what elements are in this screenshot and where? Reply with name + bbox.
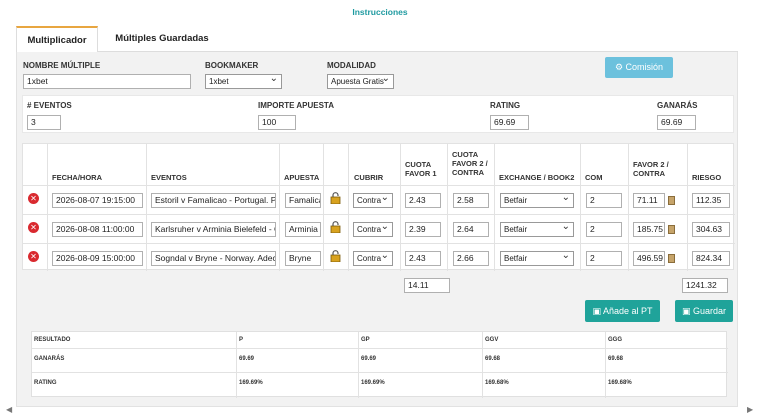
evento-input[interactable]: Karlsruher v Arminia Bielefeld - G [151,222,276,237]
favor2-value: 185.75 [633,222,665,237]
tab-bar: Multiplicador Múltiples Guardadas [16,26,738,53]
lock-icon[interactable] [330,192,341,204]
guardar-button[interactable]: ▣ Guardar [675,300,733,322]
save-icon: ▣ [592,306,603,316]
apuesta-input[interactable]: Arminia B [285,222,321,237]
gears-icon: ⚙ [614,62,626,72]
th-cubrir: CUBRIR [354,173,384,182]
eventos-label: # EVENTOS [27,101,72,110]
cuota-favor-1-input[interactable]: 2.43 [405,193,441,208]
total-cuota-value: 14.11 [404,278,450,293]
anade-al-pt-button[interactable]: ▣ Añade al PT [585,300,660,322]
rating-p: 169.69% [239,380,263,386]
ganaras-ggg: 69.68 [608,356,624,362]
rating-value: 69.69 [490,115,529,130]
th-favor2-contra: FAVOR 2 / CONTRA [633,160,669,178]
cuota-favor-2-input[interactable]: 2.66 [453,251,489,266]
th-riesgo: RIESGO [692,173,722,182]
rating-row-label: RATING [34,380,57,386]
th-cuota-favor-1: CUOTA FAVOR 1 [405,160,437,178]
riesgo-value: 304.63 [692,222,730,237]
nombre-multiple-label: NOMBRE MÚLTIPLE [23,61,101,70]
com-input[interactable]: 2 [586,251,622,266]
th-com: COM [585,173,603,182]
calculator-icon[interactable] [668,196,675,205]
importe-apuesta-input[interactable]: 100 [258,115,296,130]
th-exchange: EXCHANGE / BOOK2 [499,173,575,182]
ganaras-value: 69.69 [657,115,696,130]
exchange-select[interactable]: Betfair [500,251,574,266]
th-cuota-favor-2: CUOTA FAVOR 2 / CONTRA [452,150,488,177]
th-fecha: FECHA/HORA [52,173,102,182]
resultado-table: RESULTADO P GP GGV GGG GANARÁS 69.69 69.… [31,331,728,398]
com-input[interactable]: 2 [586,193,622,208]
resultado-header-ggg: GGG [608,337,623,343]
resultado-header-p: P [239,337,244,343]
com-input[interactable]: 2 [586,222,622,237]
delete-row-icon[interactable]: ✕ [28,193,39,204]
anade-al-pt-label: Añade al PT [602,306,653,316]
scroll-left-icon[interactable]: ◀ [6,405,12,414]
comision-label: Comisión [625,62,664,72]
multiplicador-panel: NOMBRE MÚLTIPLE 1xbet BOOKMAKER 1xbet MO… [16,52,738,407]
resultado-header: RESULTADO [34,337,71,343]
cuota-favor-1-input[interactable]: 2.43 [405,251,441,266]
scroll-right-icon[interactable]: ▶ [747,405,753,414]
th-apuesta: APUESTA [284,173,320,182]
modalidad-select[interactable]: Apuesta Gratis [327,74,394,89]
total-riesgo-value: 1241.32 [682,278,728,293]
cubrir-select[interactable]: Contra [353,193,393,208]
fecha-input[interactable]: 2026-08-08 11:00:00 [52,222,143,237]
tab-multiples-guardadas[interactable]: Múltiples Guardadas [108,26,216,52]
cuota-favor-1-input[interactable]: 2.39 [405,222,441,237]
th-eventos: EVENTOS [151,173,187,182]
fecha-input[interactable]: 2026-08-09 15:00:00 [52,251,143,266]
exchange-select[interactable]: Betfair [500,222,574,237]
nombre-multiple-input[interactable]: 1xbet [23,74,191,89]
ganaras-label: GANARÁS [657,101,698,110]
cuota-favor-2-input[interactable]: 2.58 [453,193,489,208]
instrucciones-link[interactable]: Instrucciones [0,7,760,17]
exchange-select[interactable]: Betfair [500,193,574,208]
events-table: FECHA/HORA EVENTOS APUESTA CUBRIR CUOTA … [22,143,735,271]
modalidad-label: MODALIDAD [327,61,376,70]
resultado-header-gp: GP [361,337,370,343]
evento-input[interactable]: Sogndal v Bryne - Norway. Adeca [151,251,276,266]
rating-ggg: 169.68% [608,380,632,386]
tab-multiplicador[interactable]: Multiplicador [16,26,98,53]
ganaras-gp: 69.69 [361,356,377,362]
summary-box: # EVENTOS 3 IMPORTE APUESTA 100 RATING 6… [22,95,734,133]
calculator-icon[interactable] [668,225,675,234]
delete-row-icon[interactable]: ✕ [28,251,39,262]
cuota-favor-2-input[interactable]: 2.64 [453,222,489,237]
evento-input[interactable]: Estoril v Famalicao - Portugal. Pr [151,193,276,208]
riesgo-value: 112.35 [692,193,730,208]
bookmaker-select[interactable]: 1xbet [205,74,282,89]
resultado-header-ggv: GGV [485,337,499,343]
rating-label: RATING [490,101,521,110]
cubrir-select[interactable]: Contra [353,222,393,237]
ganaras-row-label: GANARÁS [34,356,65,362]
rating-gp: 169.69% [361,380,385,386]
rating-ggv: 169.68% [485,380,509,386]
calculator-icon[interactable] [668,254,675,263]
favor2-value: 496.59 [633,251,665,266]
delete-row-icon[interactable]: ✕ [28,222,39,233]
guardar-label: Guardar [692,306,727,316]
bookmaker-label: BOOKMAKER [205,61,259,70]
cubrir-select[interactable]: Contra [353,251,393,266]
eventos-input[interactable]: 3 [27,115,61,130]
favor2-value: 71.11 [633,193,665,208]
lock-icon[interactable] [330,250,341,262]
ganaras-p: 69.69 [239,356,255,362]
riesgo-value: 824.34 [692,251,730,266]
apuesta-input[interactable]: Bryne [285,251,321,266]
save-icon: ▣ [681,306,693,316]
fecha-input[interactable]: 2026-08-07 19:15:00 [52,193,143,208]
ganaras-ggv: 69.68 [485,356,501,362]
apuesta-input[interactable]: Famalica [285,193,321,208]
importe-apuesta-label: IMPORTE APUESTA [258,101,335,110]
comision-button[interactable]: ⚙ Comisión [605,57,673,78]
lock-icon[interactable] [330,221,341,233]
